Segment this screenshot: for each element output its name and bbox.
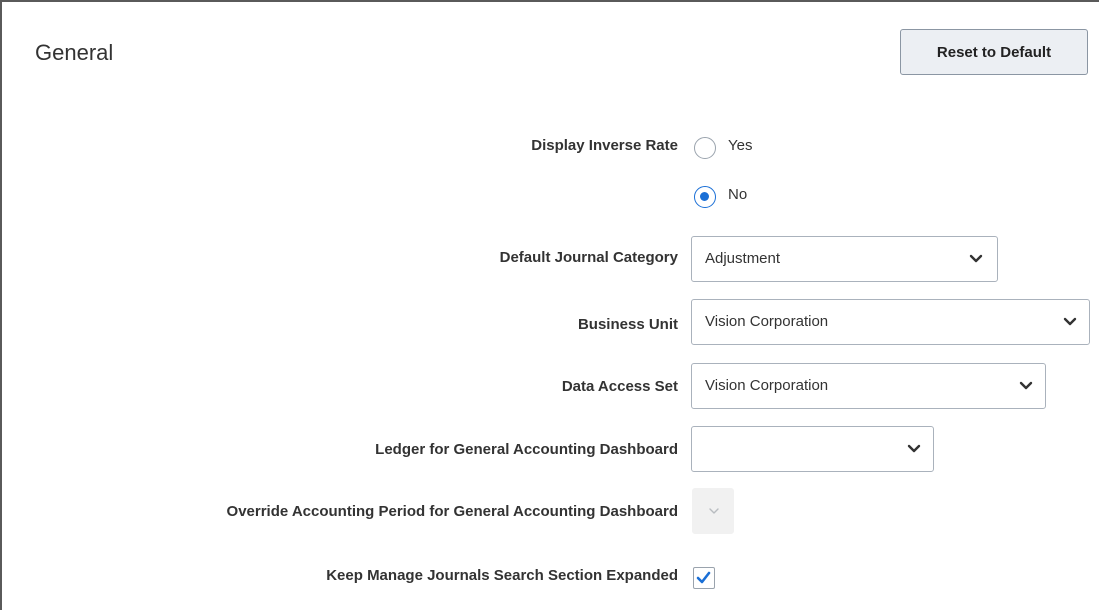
radio-no[interactable] [694, 186, 716, 208]
override-period-label: Override Accounting Period for General A… [226, 503, 678, 520]
default-journal-category-value: Adjustment [705, 250, 781, 267]
keep-search-expanded-label: Keep Manage Journals Search Section Expa… [326, 567, 678, 584]
data-access-set-select[interactable]: Vision Corporation [691, 363, 1046, 409]
business-unit-select[interactable]: Vision Corporation [691, 299, 1090, 345]
override-period-select [692, 488, 734, 534]
business-unit-label: Business Unit [577, 316, 678, 333]
chevron-down-icon [709, 508, 719, 514]
general-preferences-panel: General Reset to Default Display Inverse… [0, 0, 1099, 610]
radio-yes[interactable] [694, 137, 716, 159]
data-access-set-label: Data Access Set [561, 378, 678, 395]
chevron-down-icon [907, 444, 921, 453]
business-unit-value: Vision Corporation [705, 313, 829, 330]
chevron-down-icon [969, 254, 983, 263]
radio-yes-label[interactable]: Yes [728, 136, 752, 156]
chevron-down-icon [1063, 317, 1077, 326]
ledger-dashboard-select[interactable] [691, 426, 934, 472]
section-title: General [35, 40, 114, 65]
default-journal-category-label: Default Journal Category [499, 249, 678, 266]
ledger-dashboard-label: Ledger for General Accounting Dashboard [375, 441, 678, 458]
data-access-set-value: Vision Corporation [705, 377, 829, 394]
reset-to-default-button[interactable]: Reset to Default [900, 29, 1088, 75]
keep-search-expanded-checkbox[interactable] [693, 567, 715, 589]
chevron-down-icon [1019, 381, 1033, 390]
radio-no-label[interactable]: No [728, 185, 747, 205]
default-journal-category-select[interactable]: Adjustment [691, 236, 998, 282]
radio-selected-dot [700, 192, 709, 201]
display-inverse-rate-label: Display Inverse Rate [531, 137, 678, 154]
checkmark-icon [696, 571, 711, 584]
